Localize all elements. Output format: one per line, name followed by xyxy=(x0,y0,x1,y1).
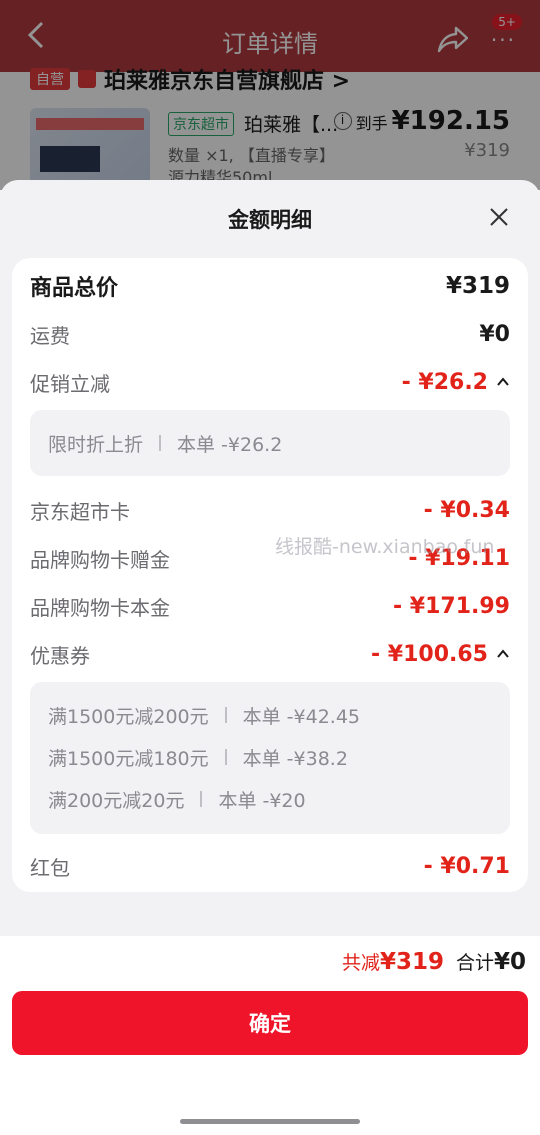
total-label: 合计 xyxy=(455,952,494,974)
brand-principal-value: - ¥171.99 xyxy=(393,593,510,619)
red-packet-row: 红包 - ¥0.71 xyxy=(30,848,510,884)
coupon-name: 满1500元减180元 xyxy=(48,747,209,770)
brand-principal-row: 品牌购物卡本金 - ¥171.99 xyxy=(30,588,510,624)
coupon-value: - ¥100.65 xyxy=(371,641,488,667)
promo-detail-amount: 本单 -¥26.2 xyxy=(177,433,283,456)
shipping-row: 运费 ¥0 xyxy=(30,316,510,352)
promo-value: - ¥26.2 xyxy=(401,369,488,395)
red-packet-label: 红包 xyxy=(30,855,70,880)
coupon-amount: 本单 -¥42.45 xyxy=(242,705,361,728)
jd-card-label: 京东超市卡 xyxy=(30,499,130,524)
coupon-amount: 本单 -¥20 xyxy=(218,789,306,812)
grand-total: 合计¥0 xyxy=(456,948,526,975)
jd-card-row: 京东超市卡 - ¥0.34 xyxy=(30,492,510,528)
shipping-label: 运费 xyxy=(30,323,70,348)
brand-gift-label: 品牌购物卡赠金 xyxy=(30,547,170,572)
promo-row[interactable]: 促销立减 - ¥26.2 xyxy=(30,364,510,400)
goods-total-label: 商品总价 xyxy=(30,276,119,301)
amount-detail-sheet: 金额明细 商品总价 ¥319 运费 ¥0 促销立减 - ¥26.2 限时折上折 … xyxy=(0,180,540,1135)
summary-row: 共减¥319 合计¥0 xyxy=(342,948,526,975)
brand-principal-label: 品牌购物卡本金 xyxy=(30,595,170,620)
promo-detail-item: 限时折上折 本单 -¥26.2 xyxy=(48,422,492,464)
promo-label: 促销立减 xyxy=(30,371,110,396)
red-packet-value: - ¥0.71 xyxy=(423,853,510,879)
promo-detail-box: 限时折上折 本单 -¥26.2 xyxy=(30,410,510,476)
modal-overlay[interactable] xyxy=(0,0,540,190)
sheet-footer: 共减¥319 合计¥0 确定 xyxy=(0,936,540,1135)
coupon-label: 优惠券 xyxy=(30,643,90,668)
confirm-button[interactable]: 确定 xyxy=(12,991,528,1055)
goods-total-row: 商品总价 ¥319 xyxy=(30,268,510,304)
total-reduce: 共减¥319 xyxy=(342,948,444,975)
coupon-name: 满200元减20元 xyxy=(48,789,185,812)
coupon-name: 满1500元减200元 xyxy=(48,705,209,728)
coupon-amount: 本单 -¥38.2 xyxy=(242,747,348,770)
total-value: ¥0 xyxy=(493,949,526,975)
home-indicator[interactable] xyxy=(180,1119,360,1124)
promo-detail-name: 限时折上折 xyxy=(48,433,144,456)
shipping-value: ¥0 xyxy=(479,321,510,347)
sheet-title: 金额明细 xyxy=(228,208,312,232)
order-detail-background: 订单详情 ··· 5+ 自营 珀莱雅京东自营旗舰店 > 京东超市 珀莱雅【...… xyxy=(0,0,540,190)
watermark: 线报酷-new.xianbao.fun xyxy=(275,536,495,558)
goods-total-value: ¥319 xyxy=(445,273,510,299)
chevron-up-icon[interactable] xyxy=(496,647,510,661)
reduce-value: ¥319 xyxy=(379,949,444,975)
coupon-detail-item: 满1500元减180元 本单 -¥38.2 xyxy=(48,736,492,778)
coupon-detail-item: 满1500元减200元 本单 -¥42.45 xyxy=(48,694,492,736)
coupon-detail-item: 满200元减20元 本单 -¥20 xyxy=(48,778,492,820)
coupon-detail-box: 满1500元减200元 本单 -¥42.45 满1500元减180元 本单 -¥… xyxy=(30,682,510,834)
close-icon[interactable] xyxy=(488,206,510,228)
amount-card: 商品总价 ¥319 运费 ¥0 促销立减 - ¥26.2 限时折上折 本单 -¥… xyxy=(12,258,528,892)
coupon-row[interactable]: 优惠券 - ¥100.65 xyxy=(30,636,510,672)
chevron-up-icon[interactable] xyxy=(496,375,510,389)
jd-card-value: - ¥0.34 xyxy=(423,497,510,523)
reduce-label: 共减 xyxy=(341,952,380,974)
